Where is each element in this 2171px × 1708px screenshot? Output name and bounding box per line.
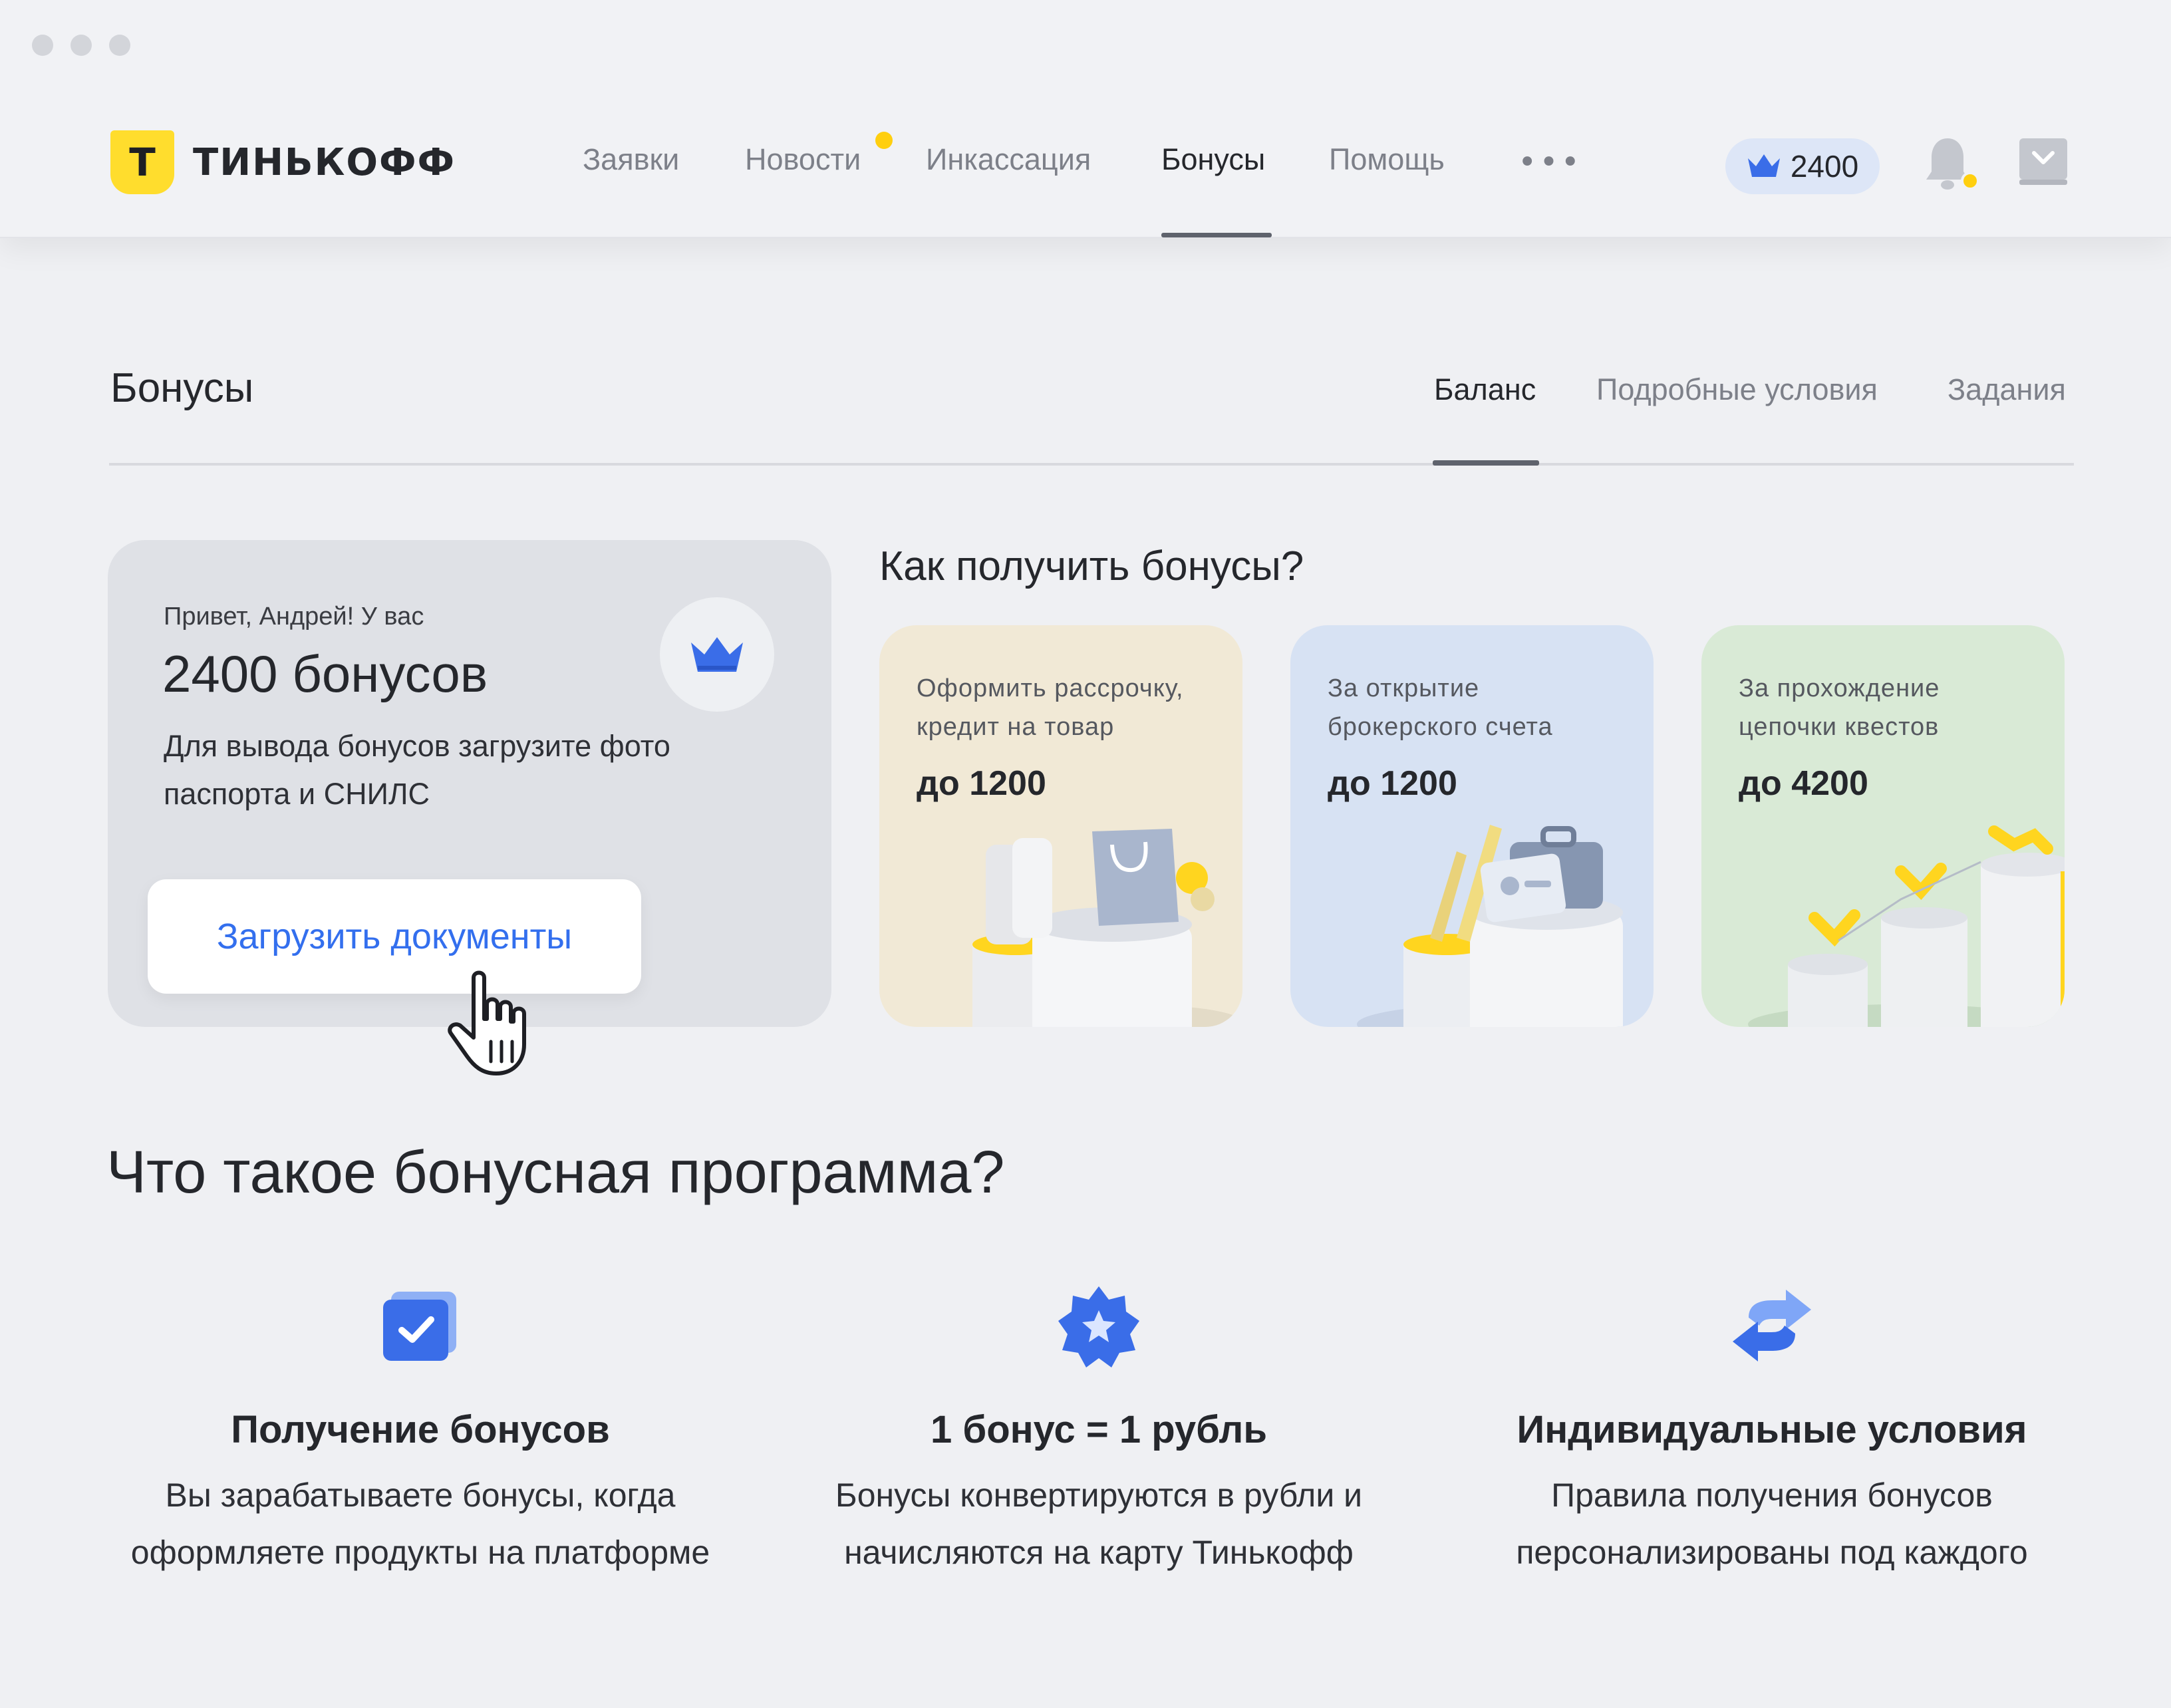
brand-logo[interactable]: Т ТИНЬКОФФ bbox=[110, 130, 456, 194]
offer-brokerage-amount: до 1200 bbox=[1328, 764, 1457, 803]
more-menu-icon[interactable]: ••• bbox=[1518, 144, 1582, 181]
star-badge-icon bbox=[1058, 1286, 1139, 1367]
tabs-divider bbox=[109, 463, 2074, 466]
exchange-arrows-icon bbox=[1733, 1290, 1811, 1361]
tab-active-indicator bbox=[1433, 460, 1539, 466]
crown-icon bbox=[1747, 154, 1780, 177]
offer-brokerage-text: За открытие брокерского счета bbox=[1328, 674, 1553, 741]
feature-individual-desc: Правила получения бонусов персонализиров… bbox=[1516, 1477, 2028, 1571]
feature-earning-title: Получение бонусов bbox=[231, 1408, 610, 1451]
feature-rate-desc: Бонусы конвертируются в рубли и начисляю… bbox=[835, 1477, 1363, 1571]
program-title: Что такое бонусная программа? bbox=[106, 1139, 1005, 1206]
nav-item-requests[interactable]: Заявки bbox=[583, 142, 679, 177]
offer-card-installment[interactable]: Оформить рассрочку, кредит на товар до 1… bbox=[879, 625, 1242, 1027]
offer-quests-text: За прохождение цепочки квестов bbox=[1739, 674, 1940, 741]
crown-badge bbox=[660, 597, 774, 712]
hand-pointer-icon bbox=[448, 970, 526, 1075]
brand-name: ТИНЬКОФФ bbox=[193, 140, 456, 184]
withdraw-hint: Для вывода бонусов загрузите фото паспор… bbox=[164, 729, 670, 811]
feature-individual: Индивидуальные условия Правила получения… bbox=[1473, 1277, 2071, 1581]
crown-icon bbox=[691, 637, 743, 672]
feature-earning: Получение бонусов Вы зарабатываете бонус… bbox=[121, 1277, 720, 1581]
greeting-text: Привет, Андрей! У вас bbox=[164, 603, 424, 631]
offer-quests-amount: до 4200 bbox=[1739, 764, 1868, 803]
checklist-icon bbox=[383, 1292, 456, 1361]
notification-dot bbox=[1961, 172, 1979, 190]
tab-balance[interactable]: Баланс bbox=[1434, 372, 1536, 407]
window-minimize-dot[interactable] bbox=[71, 35, 92, 56]
nav-active-indicator bbox=[1161, 233, 1272, 237]
offer-card-quests[interactable]: За прохождение цепочки квестов до 4200 bbox=[1701, 625, 2065, 1027]
window-maximize-dot[interactable] bbox=[109, 35, 130, 56]
nav-item-bonuses[interactable]: Бонусы bbox=[1161, 142, 1265, 177]
nav-item-news[interactable]: Новости bbox=[745, 142, 861, 177]
offer-installment-text: Оформить рассрочку, кредит на товар bbox=[917, 674, 1184, 741]
feature-earning-desc: Вы зарабатываете бонусы, когда оформляет… bbox=[130, 1477, 710, 1571]
balance-card: Привет, Андрей! У вас 2400 бонусов Для в… bbox=[108, 540, 831, 1027]
feature-rate-title: 1 бонус = 1 рубль bbox=[931, 1408, 1267, 1451]
howto-title: Как получить бонусы? bbox=[879, 543, 1304, 589]
offer-installment-amount: до 1200 bbox=[917, 764, 1046, 803]
upload-documents-button[interactable]: Загрузить документы bbox=[148, 879, 641, 994]
offer-card-brokerage[interactable]: За открытие брокерского счета до 1200 bbox=[1290, 625, 1654, 1027]
tab-tasks[interactable]: Задания bbox=[1948, 372, 2066, 407]
feature-rate: 1 бонус = 1 рубль Бонусы конвертируются … bbox=[799, 1277, 1398, 1581]
feature-individual-title: Индивидуальные условия bbox=[1517, 1408, 2027, 1451]
nav-item-collection[interactable]: Инкассация bbox=[926, 142, 1091, 177]
window-close-dot[interactable] bbox=[32, 35, 53, 56]
news-unread-dot bbox=[875, 132, 893, 149]
page-title: Бонусы bbox=[110, 365, 254, 411]
bonus-balance-value: 2400 bbox=[1790, 149, 1859, 184]
bonus-balance-pill[interactable]: 2400 bbox=[1725, 138, 1880, 194]
logo-shield-icon: Т bbox=[110, 130, 174, 194]
nav-item-help[interactable]: Помощь bbox=[1329, 142, 1445, 177]
bonus-amount: 2400 бонусов bbox=[162, 644, 488, 703]
top-header: Т ТИНЬКОФФ Заявки Новости Инкассация Бон… bbox=[0, 0, 2171, 238]
tab-detailed-terms[interactable]: Подробные условия bbox=[1596, 372, 1878, 407]
inbox-icon[interactable] bbox=[2018, 137, 2069, 188]
